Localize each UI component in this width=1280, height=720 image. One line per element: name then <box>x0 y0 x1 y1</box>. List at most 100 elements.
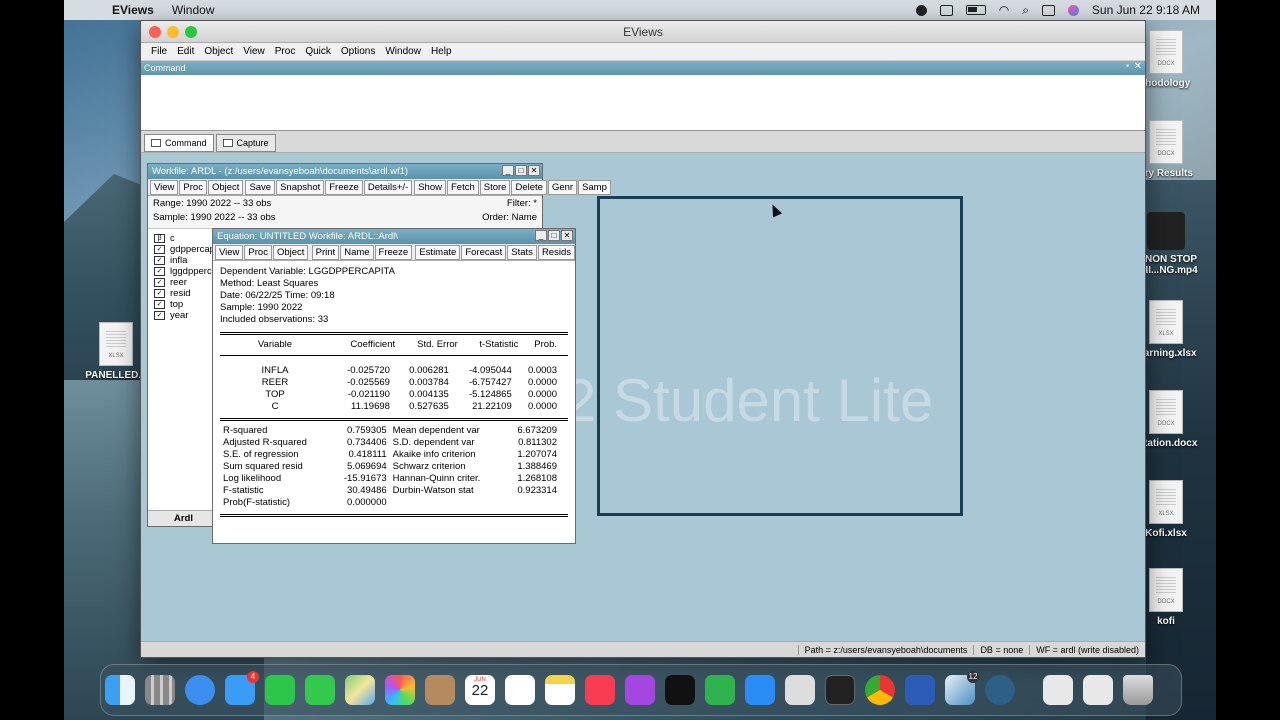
cell <box>390 496 505 508</box>
table-row: Log likelihood -15.91673 Hannan-Quinn crit… <box>220 472 560 484</box>
finder-icon[interactable] <box>105 675 135 705</box>
wf-genr-button[interactable]: Genr <box>547 179 578 195</box>
downloads-stack-icon[interactable] <box>1083 675 1113 705</box>
desktop: EViews Window ◠ ⌕ Sun Jun 22 9:18 AM XLS… <box>64 0 1216 720</box>
pin-icon[interactable]: ▪ <box>1126 61 1129 70</box>
eq-view-button[interactable]: View <box>215 244 244 260</box>
eq-proc-button[interactable]: Proc <box>244 244 272 260</box>
safari-icon[interactable] <box>185 675 215 705</box>
tab-ardl[interactable]: Ardl <box>174 513 193 524</box>
keyboard-icon[interactable] <box>939 4 953 16</box>
eq-name-button[interactable]: Name <box>340 244 374 260</box>
close-icon[interactable]: ✕ <box>528 165 540 176</box>
cell: 21.22109 <box>472 400 512 412</box>
eviews-app-icon[interactable]: 12 <box>945 671 979 705</box>
wf-order[interactable]: Order: Name <box>482 212 537 226</box>
cursor-app-icon[interactable] <box>785 675 815 705</box>
photos-icon[interactable] <box>385 675 415 705</box>
trash-icon[interactable] <box>1123 675 1153 705</box>
menu-edit[interactable]: Edit <box>177 46 194 57</box>
menu-quick[interactable]: Quick <box>305 46 331 57</box>
eq-print-button[interactable]: Print <box>311 244 340 260</box>
wf-save-button[interactable]: Save <box>245 179 276 195</box>
eq-freeze-button[interactable]: Freeze <box>374 244 413 260</box>
quicktime-icon[interactable] <box>985 675 1015 705</box>
eq-stats-button[interactable]: Stats <box>507 244 537 260</box>
spotlight-search-icon[interactable]: ⌕ <box>1022 3 1029 18</box>
wf-filter[interactable]: Filter: * <box>507 198 537 212</box>
maximize-icon[interactable]: □ <box>548 230 560 241</box>
launchpad-icon[interactable] <box>145 675 175 705</box>
menu-file[interactable]: File <box>151 46 167 57</box>
wifi-icon[interactable]: ◠ <box>999 3 1009 17</box>
output-header: Dependent Variable: LGGDPPERCAPITA Metho… <box>220 266 568 326</box>
wf-sample[interactable]: Sample: 1990 2022 -- 33 obs <box>153 212 276 226</box>
equation-titlebar[interactable]: Equation: UNTITLED Workfile: ARDL::Ardl\… <box>213 229 575 244</box>
facetime-icon[interactable] <box>265 675 295 705</box>
menu-proc[interactable]: Proc <box>275 46 296 57</box>
cell: 0.923314 <box>517 484 557 496</box>
close-icon[interactable]: ✕ <box>561 230 573 241</box>
cell: -0.025569 <box>347 376 390 388</box>
menu-options[interactable]: Options <box>341 46 375 57</box>
menu-view[interactable]: View <box>243 46 265 57</box>
workfile-toolbar: View Proc Object Save Snapshot Freeze De… <box>148 179 611 196</box>
mail-icon[interactable]: 4 <box>225 671 259 705</box>
notes-icon[interactable] <box>545 675 575 705</box>
wf-delete-button[interactable]: Delete <box>511 179 547 195</box>
desktop-file-label: Kofi.xlsx <box>1145 528 1187 539</box>
cell: 0.0003 <box>527 364 557 376</box>
eviews-badge: 12 <box>967 671 979 683</box>
cell: -15.91673 <box>343 472 387 484</box>
eq-resids-button[interactable]: Resids <box>537 244 575 260</box>
wf-details-button[interactable]: Details+/- <box>363 179 413 195</box>
tab-command[interactable]: Command <box>144 134 214 152</box>
menu-window[interactable]: Window <box>385 46 421 57</box>
menubar-item-window[interactable]: Window <box>172 3 215 17</box>
messages-icon[interactable] <box>305 675 335 705</box>
eq-forecast-button[interactable]: Forecast <box>461 244 507 260</box>
reminders-icon[interactable] <box>505 675 535 705</box>
numbers-icon[interactable] <box>705 675 735 705</box>
terminal-icon[interactable] <box>825 675 855 705</box>
menu-help[interactable]: Help <box>431 46 452 57</box>
minimize-icon[interactable]: _ <box>502 165 514 176</box>
word-icon[interactable] <box>905 675 935 705</box>
wf-freeze-button[interactable]: Freeze <box>325 179 363 195</box>
maps-icon[interactable] <box>345 675 375 705</box>
wf-object-button[interactable]: Object <box>207 179 244 195</box>
podcasts-icon[interactable] <box>625 675 655 705</box>
wf-view-button[interactable]: View <box>150 179 179 195</box>
workfile-titlebar[interactable]: Workfile: ARDL - (z:/users/evansyeboah\d… <box>148 164 542 179</box>
record-icon[interactable] <box>915 4 927 16</box>
screenshot-stack-icon[interactable] <box>1043 675 1073 705</box>
eviews-window: EViews File Edit Object View Proc Quick … <box>140 20 1146 658</box>
menubar-clock[interactable]: Sun Jun 22 9:18 AM <box>1092 3 1200 17</box>
calendar-icon[interactable]: JUN 22 <box>465 675 495 705</box>
eq-estimate-button[interactable]: Estimate <box>415 244 461 260</box>
wf-samp-button[interactable]: Samp <box>578 179 611 195</box>
wf-show-button[interactable]: Show <box>414 179 446 195</box>
apple-tv-icon[interactable] <box>665 675 695 705</box>
contacts-icon[interactable] <box>425 675 455 705</box>
wf-range[interactable]: Range: 1990 2022 -- 33 obs <box>153 198 271 212</box>
menu-object[interactable]: Object <box>204 46 233 57</box>
maximize-icon[interactable]: □ <box>515 165 527 176</box>
control-center-icon[interactable] <box>1041 4 1055 16</box>
chrome-icon[interactable] <box>865 675 895 705</box>
menubar-app-name[interactable]: EViews <box>112 3 154 17</box>
tab-capture[interactable]: Capture <box>215 134 276 152</box>
eq-object-button[interactable]: Object <box>272 244 309 260</box>
app-store-icon[interactable] <box>745 675 775 705</box>
wf-store-button[interactable]: Store <box>479 179 511 195</box>
siri-icon[interactable] <box>1067 4 1079 16</box>
cell: REER <box>261 376 289 388</box>
battery-icon[interactable] <box>965 5 986 15</box>
wf-snapshot-button[interactable]: Snapshot <box>276 179 325 195</box>
minimize-icon[interactable]: _ <box>535 230 547 241</box>
wf-fetch-button[interactable]: Fetch <box>446 179 479 195</box>
wf-proc-button[interactable]: Proc <box>179 179 207 195</box>
music-icon[interactable] <box>585 675 615 705</box>
close-icon[interactable]: ✕ <box>1134 61 1142 72</box>
command-input[interactable] <box>141 75 1145 131</box>
